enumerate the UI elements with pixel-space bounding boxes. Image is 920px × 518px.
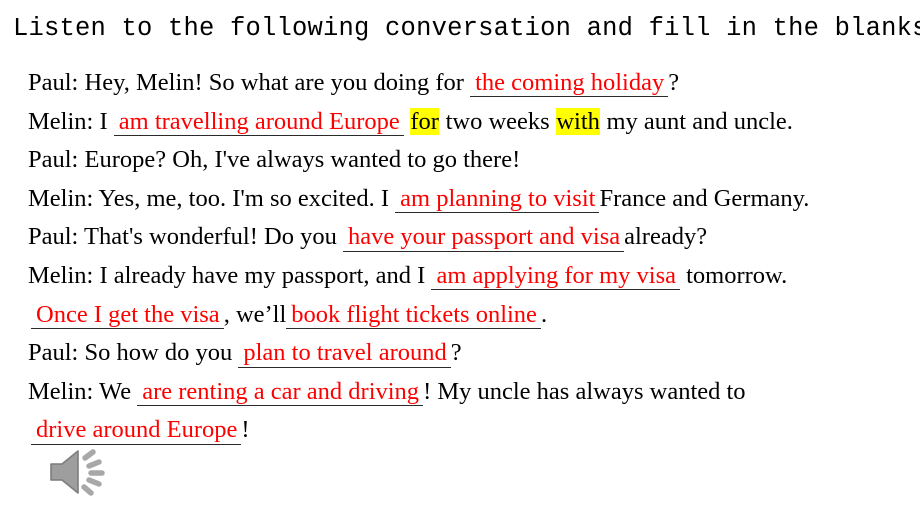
dialogue-text: . — [540, 300, 548, 328]
speaker-icon[interactable] — [48, 446, 114, 498]
page-title: Listen to the following conversation and… — [13, 14, 920, 43]
slide-canvas: Listen to the following conversation and… — [0, 0, 920, 518]
answer-blank[interactable]: am applying for my visa — [431, 262, 680, 291]
dialogue-text: ? — [450, 339, 462, 367]
dialogue-text: my aunt and uncle. — [600, 107, 793, 135]
answer-blank[interactable]: Once I get the visa — [31, 301, 224, 330]
dialogue-line: Paul: That's wonderful! Do you have your… — [0, 218, 920, 257]
dialogue-text: That's wonderful! Do you — [78, 223, 343, 251]
dialogue-line: Paul: Hey, Melin! So what are you doing … — [0, 64, 920, 103]
speaker-label: Paul: — [28, 339, 79, 367]
dialogue-line: Melin: Yes, me, too. I'm so excited. I a… — [0, 180, 920, 219]
dialogue-line: Paul: So how do you plan to travel aroun… — [0, 334, 920, 373]
dialogue-line: Once I get the visa, we’ll book flight ti… — [0, 296, 920, 335]
dialogue-text: Europe? Oh, I've always wanted to go the… — [78, 146, 521, 174]
speaker-label: Paul: — [28, 146, 79, 174]
dialogue-text: two weeks — [439, 107, 556, 135]
speaker-label: Paul: — [28, 69, 79, 96]
dialogue-text: I already have my passport, and I — [93, 261, 432, 289]
dialogue-text: I — [93, 107, 114, 135]
dialogue-line: Melin: I am travelling around Europe for… — [0, 103, 920, 142]
answer-blank[interactable]: plan to travel around — [238, 339, 451, 368]
dialogue-text: So how do you — [78, 339, 239, 367]
dialogue-text: , we’ll — [223, 300, 287, 328]
dialogue-line: Melin: We are renting a car and driving!… — [0, 373, 920, 412]
dialogue-text: ! — [241, 416, 250, 444]
answer-blank[interactable]: am travelling around Europe — [113, 108, 404, 137]
highlighted-word: with — [555, 107, 601, 135]
speaker-label: Paul: — [28, 223, 79, 251]
dialogue-text: Yes, me, too. I'm so excited. I — [93, 184, 396, 212]
answer-blank[interactable]: the coming holiday — [470, 69, 669, 98]
answer-blank[interactable]: have your passport and visa — [342, 223, 625, 252]
speaker-label: Melin: — [28, 377, 94, 405]
highlighted-word: for — [409, 107, 440, 135]
answer-blank[interactable]: am planning to visit — [395, 185, 600, 214]
dialogue-text: France and Germany. — [599, 184, 810, 212]
answer-blank[interactable]: book flight tickets online — [286, 301, 541, 330]
dialogue-text: ? — [668, 69, 680, 96]
dialogue-block: Paul: Hey, Melin! So what are you doing … — [0, 64, 920, 450]
speaker-label: Melin: — [28, 107, 94, 135]
speaker-label: Melin: — [28, 261, 94, 289]
dialogue-text: Hey, Melin! So what are you doing for — [78, 69, 471, 96]
dialogue-text: ! My uncle has always wanted to — [423, 377, 746, 405]
dialogue-line: Paul: Europe? Oh, I've always wanted to … — [0, 141, 920, 180]
answer-blank[interactable]: are renting a car and driving — [137, 378, 424, 407]
dialogue-text: We — [93, 377, 138, 405]
dialogue-text: already? — [624, 223, 708, 251]
dialogue-text — [404, 108, 410, 135]
answer-blank[interactable]: drive around Europe — [31, 416, 242, 445]
speaker-label: Melin: — [28, 184, 94, 212]
dialogue-line: drive around Europe! — [0, 411, 920, 450]
dialogue-text: tomorrow. — [679, 261, 788, 289]
dialogue-line: Melin: I already have my passport, and I… — [0, 257, 920, 296]
